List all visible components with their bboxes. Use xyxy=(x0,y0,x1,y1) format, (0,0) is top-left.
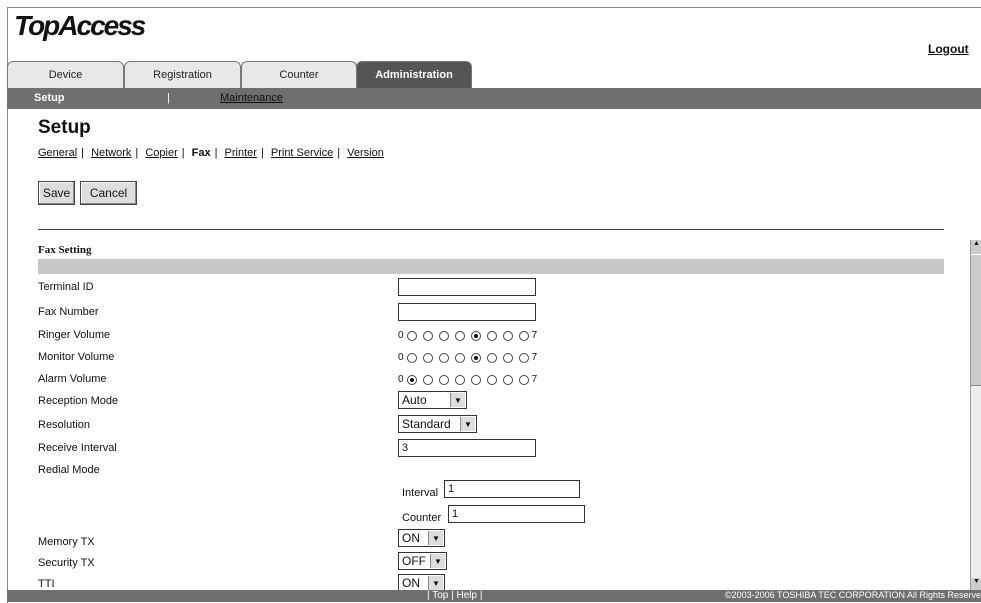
scroll-thumb[interactable] xyxy=(971,254,981,386)
reception-mode-value: Auto xyxy=(402,393,427,407)
vertical-scrollbar[interactable]: ▲ ▼ xyxy=(970,240,981,592)
alarm-volume-max: 7 xyxy=(531,374,538,385)
main-tabs: Device Registration Counter Administrati… xyxy=(7,61,981,88)
link-print-service[interactable]: Print Service xyxy=(271,147,333,159)
redial-counter-input[interactable]: 1 xyxy=(448,505,585,523)
chevron-down-icon: ▼ xyxy=(428,576,443,590)
alarm-volume-radio[interactable] xyxy=(406,374,417,385)
monitor-volume-max: 7 xyxy=(531,352,538,363)
alarm-volume-radio[interactable] xyxy=(470,374,481,385)
redial-mode-label: Redial Mode xyxy=(38,464,100,476)
alarm-volume-label: Alarm Volume xyxy=(38,373,107,385)
subnav-separator: | xyxy=(167,92,170,104)
link-general[interactable]: General xyxy=(38,147,77,159)
ringer-volume-min: 0 xyxy=(398,330,404,341)
logout-link[interactable]: Logout xyxy=(928,42,969,56)
memory-tx-label: Memory TX xyxy=(38,536,95,548)
monitor-volume-radio[interactable] xyxy=(454,352,465,363)
link-printer[interactable]: Printer xyxy=(225,147,257,159)
ringer-volume-radio[interactable] xyxy=(438,330,449,341)
security-tx-value: OFF xyxy=(402,554,426,568)
ringer-volume-radio[interactable] xyxy=(486,330,497,341)
alarm-volume-radio[interactable] xyxy=(454,374,465,385)
alarm-volume-radio[interactable] xyxy=(502,374,513,385)
ringer-volume-radio[interactable] xyxy=(454,330,465,341)
setup-links: General | Network | Copier | Fax | Printer | … xyxy=(38,147,384,159)
alarm-volume-radio[interactable] xyxy=(518,374,529,385)
link-version[interactable]: Version xyxy=(347,147,384,159)
alarm-volume-min: 0 xyxy=(398,374,404,385)
ringer-volume-radio[interactable] xyxy=(422,330,433,341)
monitor-volume-radio[interactable] xyxy=(406,352,417,363)
footer-links[interactable]: | Top | Help | xyxy=(427,590,482,601)
tti-label: TTI xyxy=(38,578,55,590)
cancel-button[interactable]: Cancel xyxy=(80,181,137,205)
monitor-volume-radio[interactable] xyxy=(438,352,449,363)
redial-interval-label: Interval xyxy=(402,487,439,499)
monitor-volume-radio[interactable] xyxy=(502,352,513,363)
footer-bar: | Top | Help | ©2003-2006 TOSHIBA TEC CO… xyxy=(7,590,981,602)
chevron-down-icon: ▼ xyxy=(430,554,445,568)
terminal-id-input[interactable] xyxy=(398,278,536,296)
page-title: Setup xyxy=(38,117,91,138)
reception-mode-label: Reception Mode xyxy=(38,395,119,407)
ringer-volume-radios: 0 7 xyxy=(398,330,537,341)
ringer-volume-radio[interactable] xyxy=(470,330,481,341)
copyright: ©2003-2006 TOSHIBA TEC CORPORATION All R… xyxy=(725,590,981,600)
subnav-maintenance[interactable]: Maintenance xyxy=(220,92,283,104)
receive-interval-label: Receive Interval xyxy=(38,442,117,454)
scroll-up-icon[interactable]: ▲ xyxy=(971,240,981,254)
monitor-volume-radio[interactable] xyxy=(422,352,433,363)
terminal-id-label: Terminal ID xyxy=(38,281,94,293)
section-header-bar xyxy=(38,259,944,274)
monitor-volume-radio[interactable] xyxy=(518,352,529,363)
alarm-volume-radios: 0 7 xyxy=(398,374,537,385)
memory-tx-value: ON xyxy=(402,531,420,545)
subnav-setup[interactable]: Setup xyxy=(34,92,65,104)
link-fax[interactable]: Fax xyxy=(192,147,211,159)
security-tx-label: Security TX xyxy=(38,557,95,569)
monitor-volume-radio[interactable] xyxy=(486,352,497,363)
section-title: Fax Setting xyxy=(38,244,92,256)
tab-counter[interactable]: Counter xyxy=(241,61,357,88)
ringer-volume-radio[interactable] xyxy=(502,330,513,341)
chevron-down-icon: ▼ xyxy=(450,393,465,407)
fax-number-label: Fax Number xyxy=(38,306,99,318)
tab-administration[interactable]: Administration xyxy=(356,61,472,88)
reception-mode-select[interactable]: Auto ▼ xyxy=(398,391,467,409)
monitor-volume-radios: 0 7 xyxy=(398,352,537,363)
tti-value: ON xyxy=(402,576,420,590)
save-button[interactable]: Save xyxy=(38,181,75,205)
security-tx-select[interactable]: OFF ▼ xyxy=(398,552,447,570)
redial-interval-input[interactable]: 1 xyxy=(444,480,580,498)
tab-device[interactable]: Device xyxy=(7,61,124,88)
alarm-volume-radio[interactable] xyxy=(422,374,433,385)
memory-tx-select[interactable]: ON ▼ xyxy=(398,529,445,547)
tab-registration[interactable]: Registration xyxy=(124,61,241,88)
resolution-label: Resolution xyxy=(38,419,90,431)
monitor-volume-radio[interactable] xyxy=(470,352,481,363)
monitor-volume-label: Monitor Volume xyxy=(38,351,115,363)
ringer-volume-label: Ringer Volume xyxy=(38,329,111,341)
alarm-volume-radio[interactable] xyxy=(438,374,449,385)
ringer-volume-radio[interactable] xyxy=(406,330,417,341)
redial-counter-label: Counter xyxy=(402,512,442,524)
monitor-volume-min: 0 xyxy=(398,352,404,363)
chevron-down-icon: ▼ xyxy=(460,417,475,431)
resolution-value: Standard xyxy=(402,417,451,431)
divider xyxy=(38,229,944,230)
topaccess-logo: TopAccess xyxy=(14,10,146,41)
link-network[interactable]: Network xyxy=(91,147,131,159)
resolution-select[interactable]: Standard ▼ xyxy=(398,415,477,433)
link-copier[interactable]: Copier xyxy=(145,147,177,159)
sub-navigation: Setup | Maintenance xyxy=(7,88,981,109)
ringer-volume-max: 7 xyxy=(531,330,538,341)
receive-interval-input[interactable]: 3 xyxy=(398,439,536,457)
ringer-volume-radio[interactable] xyxy=(518,330,529,341)
fax-number-input[interactable] xyxy=(398,303,536,321)
alarm-volume-radio[interactable] xyxy=(486,374,497,385)
chevron-down-icon: ▼ xyxy=(428,531,443,545)
